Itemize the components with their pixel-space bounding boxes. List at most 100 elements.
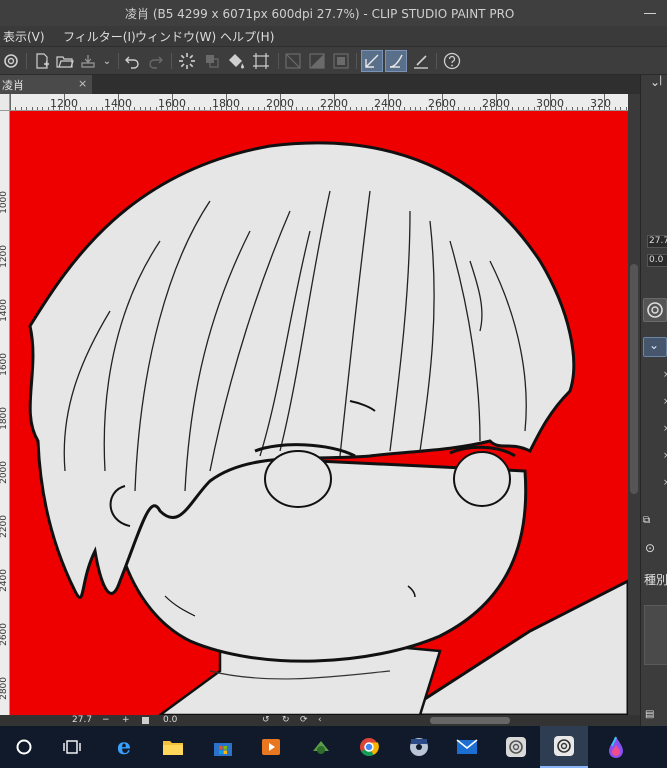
status-bar: 27.7 − + 0.0 ↺ ↻ ⟳ ‹ (0, 715, 640, 726)
undo-icon[interactable] (121, 50, 143, 72)
ruler-tick-mark (609, 107, 611, 110)
ruler-tick-mark (220, 107, 222, 110)
close-icon[interactable]: × (663, 478, 667, 488)
clip-studio-panel-icon[interactable] (643, 298, 667, 322)
task-view-icon[interactable] (48, 726, 96, 768)
ruler-tick-mark (301, 107, 303, 110)
pen-curve-icon[interactable] (385, 50, 407, 72)
ruler-tick-mark (317, 107, 319, 110)
chrome-icon[interactable] (345, 726, 393, 768)
menu-view[interactable]: 表示(V) (3, 28, 45, 45)
ruler-tick-mark (107, 107, 109, 110)
ruler-tick-mark (620, 107, 622, 110)
close-icon[interactable]: × (663, 397, 667, 407)
ruler-tick-mark (155, 107, 157, 110)
file-explorer-icon[interactable] (149, 726, 197, 768)
layer-expand-icon[interactable]: ⌄ (643, 337, 667, 357)
ruler-tick-mark (226, 94, 227, 110)
ruler-tick-mark (193, 107, 195, 110)
disc-app-icon[interactable] (395, 726, 443, 768)
ruler-tick-mark (550, 94, 551, 110)
ruler-tick-label: 1800 (0, 407, 9, 430)
crop-icon[interactable] (250, 50, 272, 72)
reset-rotation-icon[interactable]: ⟳ (300, 715, 308, 726)
redo-icon[interactable] (145, 50, 167, 72)
ruler-tick-mark (47, 107, 49, 110)
menu-window[interactable]: ウィンドウ(W) (135, 28, 216, 45)
ruler-tick-mark (420, 107, 422, 110)
loading-icon[interactable] (176, 50, 198, 72)
ruler-tick-mark (274, 107, 276, 110)
clip-studio-app-icon[interactable] (492, 726, 540, 768)
close-icon[interactable]: × (663, 424, 667, 434)
minimize-button[interactable] (640, 5, 660, 21)
layer-add-icon[interactable]: ⧉ (643, 515, 650, 526)
vertical-scrollbar[interactable] (628, 94, 640, 715)
material-preview[interactable] (644, 605, 667, 665)
angle-value[interactable]: 0.0 (163, 715, 177, 726)
games-icon[interactable] (297, 726, 345, 768)
ruler-tick-mark (382, 107, 384, 110)
flip-icon[interactable]: ‹ (318, 715, 322, 726)
ruler-tick-mark (280, 94, 281, 110)
close-icon[interactable]: × (663, 451, 667, 461)
store-icon[interactable] (199, 726, 247, 768)
snap-ruler-icon[interactable] (306, 50, 328, 72)
transform-icon[interactable] (201, 50, 223, 72)
ruler-tick-mark (577, 107, 578, 110)
ruler-tick-mark (512, 107, 514, 110)
ruler-tick-mark (625, 107, 627, 110)
rotate-right-icon[interactable]: ↻ (282, 715, 290, 726)
clip-studio-icon[interactable] (0, 50, 22, 72)
ruler-tick-mark (366, 107, 368, 110)
chevron-down-icon[interactable]: ⌄ (96, 50, 118, 72)
paint-drop-icon[interactable] (592, 726, 640, 768)
zoom-value[interactable]: 27.7 (72, 715, 92, 726)
rotate-left-icon[interactable]: ↺ (262, 715, 270, 726)
tab-document[interactable]: 凌肖 × (0, 75, 92, 94)
ruler-tick-mark (312, 107, 314, 110)
edge-icon[interactable]: e (100, 726, 148, 768)
ruler-tick-mark (361, 107, 362, 110)
ruler-tick-label: 2200 (0, 515, 9, 538)
ruler-tick-label: 1000 (0, 191, 9, 214)
close-icon[interactable]: × (663, 370, 667, 380)
zoom-out-button[interactable]: − (102, 715, 110, 726)
navigator-angle-field[interactable]: 0.0 (647, 254, 667, 267)
menu-help[interactable]: ヘルプ(H) (220, 28, 274, 45)
close-icon[interactable]: × (78, 77, 87, 90)
open-folder-icon[interactable] (54, 50, 76, 72)
ruler-tick-mark (398, 107, 400, 110)
ruler-tick-mark (96, 107, 98, 110)
new-file-icon[interactable] (31, 50, 53, 72)
ruler-tick-mark (53, 107, 55, 110)
ruler-tick-mark (112, 107, 114, 110)
fill-icon[interactable] (225, 50, 247, 72)
start-circle-icon[interactable] (0, 726, 48, 768)
window-title: 凌肖 (B5 4299 x 6071px 600dpi 27.7%) - CLI… (125, 7, 515, 21)
ruler-tick-mark (393, 107, 395, 110)
snap-off-icon[interactable] (282, 50, 304, 72)
zoom-in-button[interactable]: + (122, 715, 130, 726)
mail-icon[interactable] (443, 726, 491, 768)
scrollbar-thumb[interactable] (630, 264, 638, 494)
help-icon[interactable] (441, 50, 463, 72)
pen-snap-icon[interactable] (361, 50, 383, 72)
drawing-canvas[interactable] (10, 111, 628, 715)
clip-studio-paint-icon[interactable] (540, 726, 588, 768)
media-player-icon[interactable] (247, 726, 295, 768)
navigator-zoom-field[interactable]: 27.7 (647, 235, 667, 248)
menu-filter[interactable]: フィルター(I) (63, 28, 136, 45)
search-icon[interactable]: ⊙ (645, 541, 655, 555)
pen-line-icon[interactable] (410, 50, 432, 72)
ruler-tick-mark (323, 107, 325, 110)
ruler-tick-mark (139, 107, 141, 110)
ruler-tick-mark (533, 107, 535, 110)
snap-grid-icon[interactable] (330, 50, 352, 72)
ruler-tick-mark (188, 107, 190, 110)
panel-menu-icon[interactable]: ▤ (645, 709, 654, 720)
fit-icon[interactable] (142, 717, 149, 724)
horizontal-scrollbar[interactable] (430, 717, 510, 724)
tab-label: 凌肖 (2, 79, 24, 92)
ruler-tick-label: 1600 (0, 353, 9, 376)
